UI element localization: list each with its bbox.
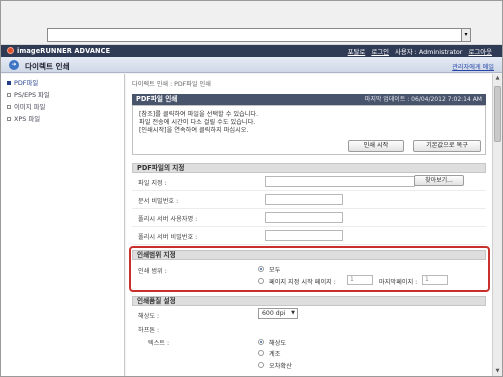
chevron-down-icon: ▼ xyxy=(291,310,295,316)
halftone-error-label: 오차확산 xyxy=(269,363,292,370)
login-link[interactable]: 로그인 xyxy=(371,48,389,56)
halftone-resolution-radio[interactable] xyxy=(258,339,264,345)
panel-title-text: PDF파일 인쇄 xyxy=(136,95,178,103)
range-section-title: 인쇄범위 지정 xyxy=(132,250,486,260)
text-label: 텍스트 : xyxy=(148,340,170,347)
browser-window: ▾ imageRUNNER ADVANCE 포탈로 로그인 사용자 : Admi… xyxy=(0,0,503,377)
halftone-resolution-label: 해상도 xyxy=(269,340,287,347)
sidebar-item-label: 이미지 파일 xyxy=(14,103,46,111)
policy-user-row: 폴리시 서버 사용자명 : xyxy=(132,209,486,227)
file-section-title: PDF파일의 지정 xyxy=(132,163,486,173)
sidebar-item-image[interactable]: 이미지 파일 xyxy=(1,102,124,113)
end-page-input[interactable]: 1 xyxy=(422,275,448,285)
policy-password-field[interactable] xyxy=(265,230,343,241)
scroll-up-icon[interactable]: ▲ xyxy=(493,74,502,83)
function-header: ➜ 다이렉트 인쇄 관리자에게 메일 xyxy=(1,57,502,73)
resolution-select[interactable]: 600 dpi ▼ xyxy=(258,308,298,319)
sidebar-item-pdf[interactable]: PDF파일 xyxy=(1,78,124,89)
doc-password-label: 문서 비밀번호 : xyxy=(138,198,179,205)
halftone-tone-radio[interactable] xyxy=(258,350,264,356)
policy-password-label: 폴리시 서버 비밀번호 : xyxy=(138,234,198,241)
brand-name: imageRUNNER ADVANCE xyxy=(17,47,111,55)
end-page-label: 마지막페이지 : xyxy=(379,279,418,286)
range-all-radio[interactable] xyxy=(258,266,264,272)
browse-button[interactable]: 찾아보기... xyxy=(414,175,464,186)
range-label: 인쇄 범위 : xyxy=(138,268,167,275)
canon-logo-icon xyxy=(7,47,14,54)
function-title: 다이렉트 인쇄 xyxy=(25,62,70,71)
policy-user-label: 폴리시 서버 사용자명 : xyxy=(138,216,198,223)
top-bar: imageRUNNER ADVANCE 포탈로 로그인 사용자 : Admini… xyxy=(1,45,502,57)
last-updated: 마지막 업데이트 : 06/04/2012 7:02:14 AM xyxy=(364,96,482,103)
info-panel: [참조]를 클릭하여 파일을 선택할 수 있습니다. 파일 전송에 시간이 다소… xyxy=(132,105,486,155)
doc-password-field[interactable] xyxy=(265,194,343,205)
scroll-thumb[interactable] xyxy=(494,86,501,142)
info-line: [인쇄시작]을 연속하여 클릭하지 마십시오. xyxy=(139,127,249,134)
chevron-down-icon: ▾ xyxy=(464,31,468,38)
quality-section-title: 인쇄품질 설정 xyxy=(132,296,486,306)
halftone-label: 하프톤 : xyxy=(138,327,160,334)
range-pages-label: 페이지 지정 시작 페이지 : xyxy=(269,279,336,286)
start-page-input[interactable]: 1 xyxy=(347,275,373,285)
range-all-label: 모두 xyxy=(269,267,281,274)
range-pages-radio[interactable] xyxy=(258,278,264,284)
policy-password-row: 폴리시 서버 비밀번호 : xyxy=(132,227,486,245)
file-row: 파일 지정 : 찾아보기... xyxy=(132,173,486,191)
sidebar-item-label: PDF파일 xyxy=(14,79,39,87)
restore-defaults-button[interactable]: 기본값으로 복구 xyxy=(413,140,481,152)
top-nav: 포탈로 로그인 사용자 : Administrator 로그아웃 xyxy=(348,47,496,56)
brand: imageRUNNER ADVANCE xyxy=(7,47,110,55)
sidebar-item-label: XPS 파일 xyxy=(14,115,41,123)
doc-password-row: 문서 비밀번호 : xyxy=(132,191,486,209)
halftone-error-radio[interactable] xyxy=(258,362,264,368)
policy-user-field[interactable] xyxy=(265,212,343,223)
sidebar-item-label: PS/EPS 파일 xyxy=(14,91,50,99)
resolution-value: 600 dpi xyxy=(262,310,286,317)
halftone-tone-label: 계조 xyxy=(269,351,281,358)
breadcrumb: 다이렉트 인쇄 : PDF파일 인쇄 xyxy=(132,81,211,88)
scroll-down-icon[interactable]: ▼ xyxy=(493,367,502,376)
address-bar-area: ▾ xyxy=(1,1,502,45)
main-content: 다이렉트 인쇄 : PDF파일 인쇄 PDF파일 인쇄 마지막 업데이트 : 0… xyxy=(126,74,492,376)
bullet-icon xyxy=(7,81,11,85)
bullet-icon xyxy=(7,117,11,121)
address-input[interactable]: ▾ xyxy=(47,28,471,42)
sidebar: PDF파일 PS/EPS 파일 이미지 파일 XPS 파일 xyxy=(1,74,125,376)
file-label: 파일 지정 : xyxy=(138,180,167,187)
portal-link[interactable]: 포탈로 xyxy=(348,48,366,56)
panel-title: PDF파일 인쇄 마지막 업데이트 : 06/04/2012 7:02:14 A… xyxy=(132,94,486,105)
bullet-icon xyxy=(7,93,11,97)
sidebar-item-xps[interactable]: XPS 파일 xyxy=(1,114,124,125)
user-info: 사용자 : Administrator xyxy=(395,48,463,56)
bullet-icon xyxy=(7,105,11,109)
file-path-field[interactable] xyxy=(265,176,415,187)
resolution-label: 해상도 : xyxy=(138,313,160,320)
start-print-button[interactable]: 인쇄 시작 xyxy=(348,140,404,152)
sidebar-item-ps-eps[interactable]: PS/EPS 파일 xyxy=(1,90,124,101)
direct-print-icon: ➜ xyxy=(9,60,19,70)
vertical-scrollbar[interactable]: ▲ ▼ xyxy=(492,74,502,376)
logout-link[interactable]: 로그아웃 xyxy=(468,48,492,56)
address-dropdown-button[interactable]: ▾ xyxy=(461,28,471,42)
mail-admin-link[interactable]: 관리자에게 메일 xyxy=(452,62,494,71)
